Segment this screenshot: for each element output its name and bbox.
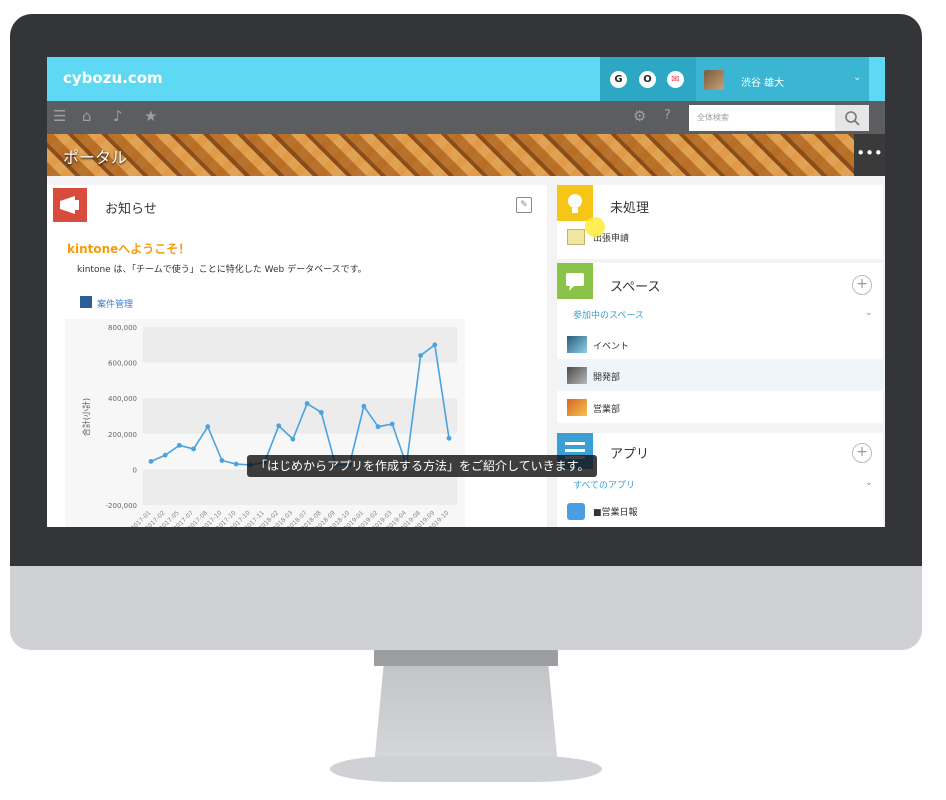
apps-subheader[interactable]: すべてのアプリ [573, 478, 635, 491]
y-axis-label: 合計(小計) [81, 398, 91, 436]
megaphone-icon [53, 188, 87, 222]
data-point [276, 423, 282, 429]
space-item[interactable]: イベント [593, 339, 629, 352]
data-point [290, 436, 296, 442]
data-point [361, 403, 367, 409]
help-icon[interactable]: ? [664, 108, 671, 123]
add-app-button[interactable]: + [852, 443, 872, 463]
grid-band [143, 362, 457, 399]
video-caption: 「はじめからアプリを作成する方法」をご紹介していきます。 [247, 455, 598, 477]
chevron-down-icon[interactable]: ⌄ [853, 72, 861, 83]
data-point [304, 401, 310, 406]
app-icon [80, 296, 92, 308]
menu-icon[interactable]: ☰ [53, 107, 66, 125]
data-point [148, 458, 154, 464]
app-item[interactable]: ■営業日報 [593, 505, 638, 518]
pending-panel [557, 185, 883, 259]
avatar[interactable] [704, 70, 724, 90]
edit-icon[interactable]: ✎ [516, 197, 532, 213]
more-options-button[interactable]: ••• [854, 134, 885, 176]
grid-band [143, 327, 457, 363]
data-point [318, 410, 324, 415]
gear-icon[interactable]: ⚙ [633, 107, 646, 125]
grid-band [143, 398, 457, 434]
spaces-subheader[interactable]: 参加中のスペース [573, 308, 644, 321]
data-point [418, 353, 424, 358]
space-icon [567, 399, 587, 416]
star-icon[interactable]: ★ [144, 107, 157, 125]
chart-grid [143, 327, 457, 505]
search-icon [845, 111, 860, 126]
search-placeholder: 全体検索 [697, 113, 729, 122]
chat-bubble-icon [557, 263, 593, 299]
notice-title: お知らせ [105, 202, 157, 217]
portal-banner [47, 134, 885, 176]
pending-title: 未処理 [610, 201, 650, 216]
space-item[interactable]: 開発部 [593, 370, 620, 383]
lightbulb-icon [557, 185, 593, 221]
chevron-down-icon[interactable]: ⌄ [865, 308, 873, 318]
y-tick-label: 800,000 [108, 324, 137, 332]
logo[interactable]: cybozu.com [63, 69, 163, 87]
monitor-stand-foot [330, 756, 602, 782]
data-point [375, 424, 381, 430]
spaces-title: スペース [610, 280, 661, 295]
cursor-highlight [585, 217, 605, 237]
space-item[interactable]: 営業部 [593, 402, 620, 415]
search-button[interactable] [835, 105, 869, 131]
add-space-button[interactable]: + [852, 275, 872, 295]
space-icon [567, 367, 587, 384]
portal-title: ポータル [63, 148, 128, 167]
data-point [176, 442, 182, 448]
y-tick-label: -200,000 [106, 502, 137, 510]
y-tick-label: 600,000 [108, 360, 137, 368]
service-badges: G O ✉ [600, 57, 696, 101]
sales-line-chart: 合計(小計) 800,000 600,000 400,000 200,000 0 -200… [65, 319, 465, 527]
y-tick-label: 200,000 [108, 431, 137, 439]
data-point [446, 435, 452, 441]
monitor-chin [10, 566, 922, 650]
data-point [432, 342, 438, 348]
data-point [219, 458, 225, 463]
data-point [162, 452, 168, 458]
y-tick-label: 0 [133, 466, 137, 474]
user-name[interactable]: 渋谷 雄大 [741, 74, 784, 89]
bell-icon[interactable]: ♪ [113, 107, 123, 125]
apps-title: アプリ [610, 447, 650, 462]
welcome-text: kintone は、「チームで使う」ことに特化した Web データベースです。 [77, 265, 367, 275]
data-point [205, 424, 211, 430]
app-icon [567, 229, 585, 245]
home-icon[interactable]: ⌂ [82, 107, 92, 125]
welcome-heading: kintoneへようこそ！ [67, 242, 191, 256]
monitor-stand-neck [374, 650, 558, 766]
app-link[interactable]: 案件管理 [97, 297, 133, 310]
screen: cybozu.com G O ✉ 渋谷 雄大 ⌄ ☰ ⌂ ♪ ★ ⚙ ? 全体検… [47, 57, 885, 527]
data-point [389, 421, 395, 427]
chevron-down-icon[interactable]: ⌄ [865, 478, 873, 488]
calendar-icon [567, 503, 585, 520]
data-point [233, 461, 239, 467]
office-icon[interactable]: O [639, 71, 656, 88]
data-point [191, 446, 196, 452]
mail-icon[interactable]: ✉ [667, 71, 684, 88]
space-icon [567, 336, 587, 353]
y-tick-label: 400,000 [108, 395, 137, 403]
monitor-stand-shadow [374, 650, 558, 666]
garoon-icon[interactable]: G [610, 71, 627, 88]
